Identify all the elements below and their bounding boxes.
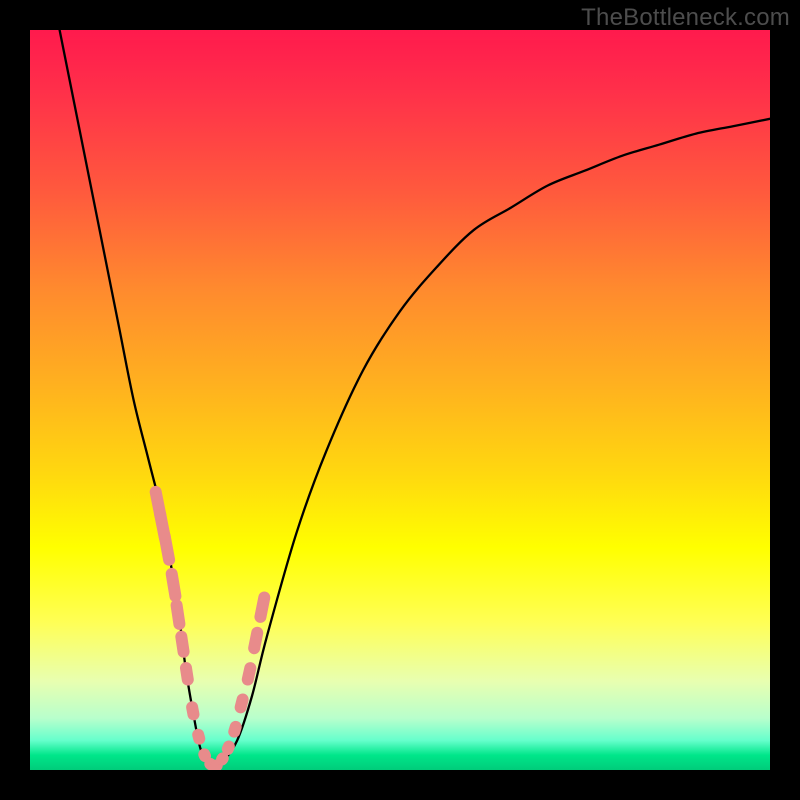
highlight-marker (191, 727, 207, 746)
curve-line (60, 30, 770, 770)
highlight-marker (179, 661, 194, 686)
highlight-marker (170, 598, 186, 630)
highlight-markers-group (149, 485, 272, 770)
watermark-text: TheBottleneck.com (581, 4, 790, 32)
highlight-marker (158, 529, 176, 567)
highlight-marker (174, 630, 190, 659)
chart-svg (30, 30, 770, 770)
highlight-marker (165, 567, 183, 603)
highlight-marker (185, 700, 200, 721)
chart-frame: TheBottleneck.com (0, 0, 800, 800)
plot-area (30, 30, 770, 770)
highlight-marker (227, 719, 243, 739)
highlight-marker (247, 626, 264, 656)
highlight-marker (253, 590, 271, 624)
bottleneck-curve-path (60, 30, 770, 770)
